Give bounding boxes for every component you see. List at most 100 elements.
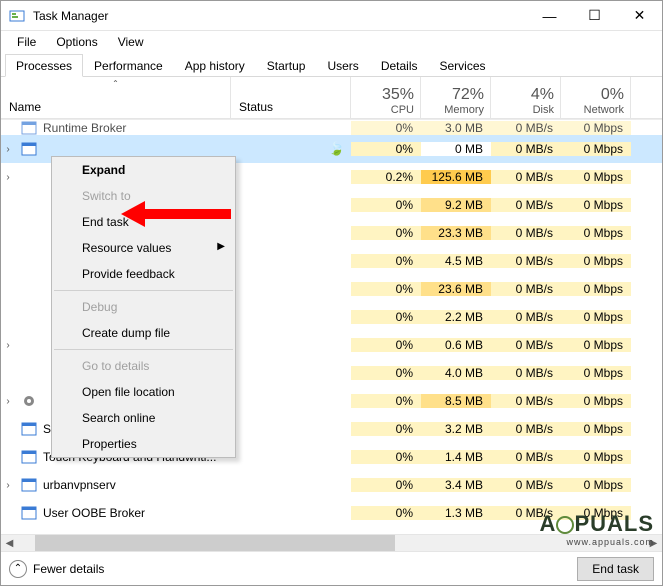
process-name-cell[interactable]: User OOBE Broker xyxy=(1,505,231,521)
cpu-cell: 0% xyxy=(351,226,421,240)
fewer-details-button[interactable]: ⌃ Fewer details xyxy=(9,560,104,578)
expand-chevron-icon[interactable]: › xyxy=(1,480,15,491)
process-icon xyxy=(21,365,37,381)
context-separator xyxy=(54,290,233,291)
sort-chevron-icon: ⌃ xyxy=(112,79,119,88)
header-network[interactable]: 0% Network xyxy=(561,77,631,118)
header-name[interactable]: ⌃ Name xyxy=(1,77,231,118)
submenu-arrow-icon: ▶ xyxy=(217,241,225,252)
context-item-debug: Debug xyxy=(52,294,235,320)
disk-cell: 0 MB/s xyxy=(491,478,561,492)
menu-view[interactable]: View xyxy=(108,33,154,51)
expand-chevron-icon[interactable]: › xyxy=(1,396,15,407)
horizontal-scrollbar[interactable]: ◀ ▶ xyxy=(1,534,662,551)
window-title: Task Manager xyxy=(33,9,527,23)
fewer-details-label: Fewer details xyxy=(33,562,104,576)
leaf-icon: 🍃 xyxy=(329,141,345,157)
network-cell: 0 Mbps xyxy=(561,170,631,184)
header-status[interactable]: Status xyxy=(231,77,351,118)
table-row[interactable]: Runtime Broker0%3.0 MB0 MB/s0 Mbps xyxy=(1,119,662,135)
cpu-cell: 0% xyxy=(351,394,421,408)
tab-startup[interactable]: Startup xyxy=(256,54,317,77)
memory-cell: 4.5 MB xyxy=(421,254,491,268)
process-icon xyxy=(21,281,37,297)
process-name-label: User OOBE Broker xyxy=(43,506,145,520)
tab-performance[interactable]: Performance xyxy=(83,54,174,77)
disk-cell: 0 MB/s xyxy=(491,170,561,184)
end-task-button[interactable]: End task xyxy=(577,557,654,581)
disk-cell: 0 MB/s xyxy=(491,506,561,520)
context-item-provide-feedback[interactable]: Provide feedback xyxy=(52,261,235,287)
disk-cell: 0 MB/s xyxy=(491,254,561,268)
process-name-cell[interactable]: Runtime Broker xyxy=(1,120,231,136)
scroll-thumb[interactable] xyxy=(35,535,395,551)
expand-chevron-icon[interactable]: › xyxy=(1,144,15,155)
process-icon xyxy=(21,169,37,185)
memory-cell: 3.2 MB xyxy=(421,422,491,436)
scroll-left-icon[interactable]: ◀ xyxy=(1,535,18,551)
footer-bar: ⌃ Fewer details End task xyxy=(1,551,662,585)
table-row[interactable]: ›urbanvpnserv0%3.4 MB0 MB/s0 Mbps xyxy=(1,471,662,499)
process-name-label: Runtime Broker xyxy=(43,121,126,135)
header-cpu[interactable]: 35% CPU xyxy=(351,77,421,118)
cpu-cell: 0% xyxy=(351,338,421,352)
process-icon xyxy=(21,141,37,157)
tab-services[interactable]: Services xyxy=(429,54,497,77)
expand-chevron-icon[interactable]: › xyxy=(1,340,15,351)
menu-options[interactable]: Options xyxy=(46,33,107,51)
scroll-right-icon[interactable]: ▶ xyxy=(645,535,662,551)
tab-app-history[interactable]: App history xyxy=(174,54,256,77)
context-item-end-task[interactable]: End task xyxy=(52,209,235,235)
process-name-label: urbanvpnserv xyxy=(43,478,116,492)
menu-file[interactable]: File xyxy=(7,33,46,51)
header-status-label: Status xyxy=(239,100,273,114)
process-icon xyxy=(21,253,37,269)
context-item-open-file-location[interactable]: Open file location xyxy=(52,379,235,405)
context-item-resource-values[interactable]: Resource values ▶ xyxy=(52,235,235,261)
header-disk[interactable]: 4% Disk xyxy=(491,77,561,118)
chevron-up-icon: ⌃ xyxy=(9,560,27,578)
memory-cell: 1.3 MB xyxy=(421,506,491,520)
process-name-cell[interactable]: › xyxy=(1,141,231,157)
title-bar: Task Manager — ☐ ✕ xyxy=(1,1,662,31)
header-memory-pct: 72% xyxy=(452,86,484,104)
menu-bar: File Options View xyxy=(1,31,662,53)
cpu-cell: 0% xyxy=(351,282,421,296)
memory-cell: 2.2 MB xyxy=(421,310,491,324)
header-name-label: Name xyxy=(9,100,41,114)
network-cell: 0 Mbps xyxy=(561,310,631,324)
maximize-button[interactable]: ☐ xyxy=(572,1,617,31)
memory-cell: 8.5 MB xyxy=(421,394,491,408)
status-cell: 🍃 xyxy=(231,141,351,157)
column-headers: ⌃ Name Status 35% CPU 72% Memory 4% Disk… xyxy=(1,77,662,119)
tab-processes[interactable]: Processes xyxy=(5,54,83,77)
context-item-create-dump[interactable]: Create dump file xyxy=(52,320,235,346)
context-item-expand[interactable]: Expand xyxy=(52,157,235,183)
header-cpu-pct: 35% xyxy=(382,86,414,104)
memory-cell: 4.0 MB xyxy=(421,366,491,380)
network-cell: 0 Mbps xyxy=(561,450,631,464)
memory-cell: 9.2 MB xyxy=(421,198,491,212)
tab-details[interactable]: Details xyxy=(370,54,429,77)
process-icon xyxy=(21,477,37,493)
close-button[interactable]: ✕ xyxy=(617,1,662,31)
disk-cell: 0 MB/s xyxy=(491,338,561,352)
context-item-resource-values-label: Resource values xyxy=(82,241,171,255)
cpu-cell: 0% xyxy=(351,310,421,324)
context-item-properties[interactable]: Properties xyxy=(52,431,235,457)
header-disk-pct: 4% xyxy=(531,86,554,104)
memory-cell: 23.3 MB xyxy=(421,226,491,240)
expand-chevron-icon[interactable]: › xyxy=(1,172,15,183)
minimize-button[interactable]: — xyxy=(527,1,572,31)
network-cell: 0 Mbps xyxy=(561,142,631,156)
process-name-cell[interactable]: › urbanvpnserv xyxy=(1,477,231,493)
process-icon xyxy=(21,337,37,353)
network-cell: 0 Mbps xyxy=(561,254,631,268)
table-row[interactable]: User OOBE Broker0%1.3 MB0 MB/s0 Mbps xyxy=(1,499,662,527)
disk-cell: 0 MB/s xyxy=(491,422,561,436)
tab-users[interactable]: Users xyxy=(316,54,369,77)
cpu-cell: 0% xyxy=(351,422,421,436)
header-memory[interactable]: 72% Memory xyxy=(421,77,491,118)
context-item-search-online[interactable]: Search online xyxy=(52,405,235,431)
tab-bar: Processes Performance App history Startu… xyxy=(1,53,662,77)
